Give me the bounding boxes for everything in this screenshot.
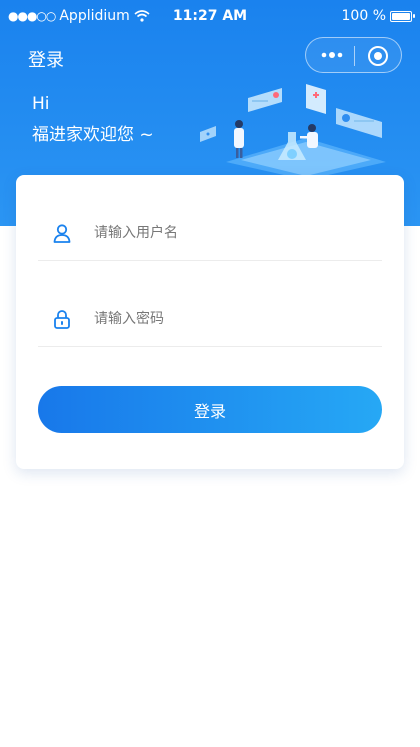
lock-icon bbox=[54, 310, 70, 329]
password-row bbox=[38, 291, 382, 347]
password-input[interactable] bbox=[94, 305, 364, 333]
login-card: 登录 bbox=[16, 175, 404, 469]
page-title: 登录 bbox=[28, 50, 64, 71]
user-icon bbox=[53, 224, 71, 243]
mini-program-capsule bbox=[305, 37, 402, 73]
greeting-welcome: 福进家欢迎您 ~ bbox=[32, 125, 154, 145]
username-row bbox=[38, 205, 382, 261]
battery-label: 100 % bbox=[341, 8, 386, 24]
greeting-hi: Hi bbox=[32, 94, 50, 114]
medical-lab-illustration bbox=[200, 84, 386, 180]
username-input[interactable] bbox=[94, 219, 364, 247]
capsule-divider bbox=[354, 46, 355, 66]
target-icon[interactable] bbox=[368, 46, 388, 66]
battery-group: 100 % bbox=[341, 8, 415, 24]
login-button[interactable]: 登录 bbox=[38, 386, 382, 433]
status-bar: ●●●○○ Applidium 11:27 AM 100 % bbox=[0, 0, 420, 32]
battery-icon bbox=[390, 10, 415, 22]
more-dots-icon[interactable] bbox=[320, 48, 346, 62]
